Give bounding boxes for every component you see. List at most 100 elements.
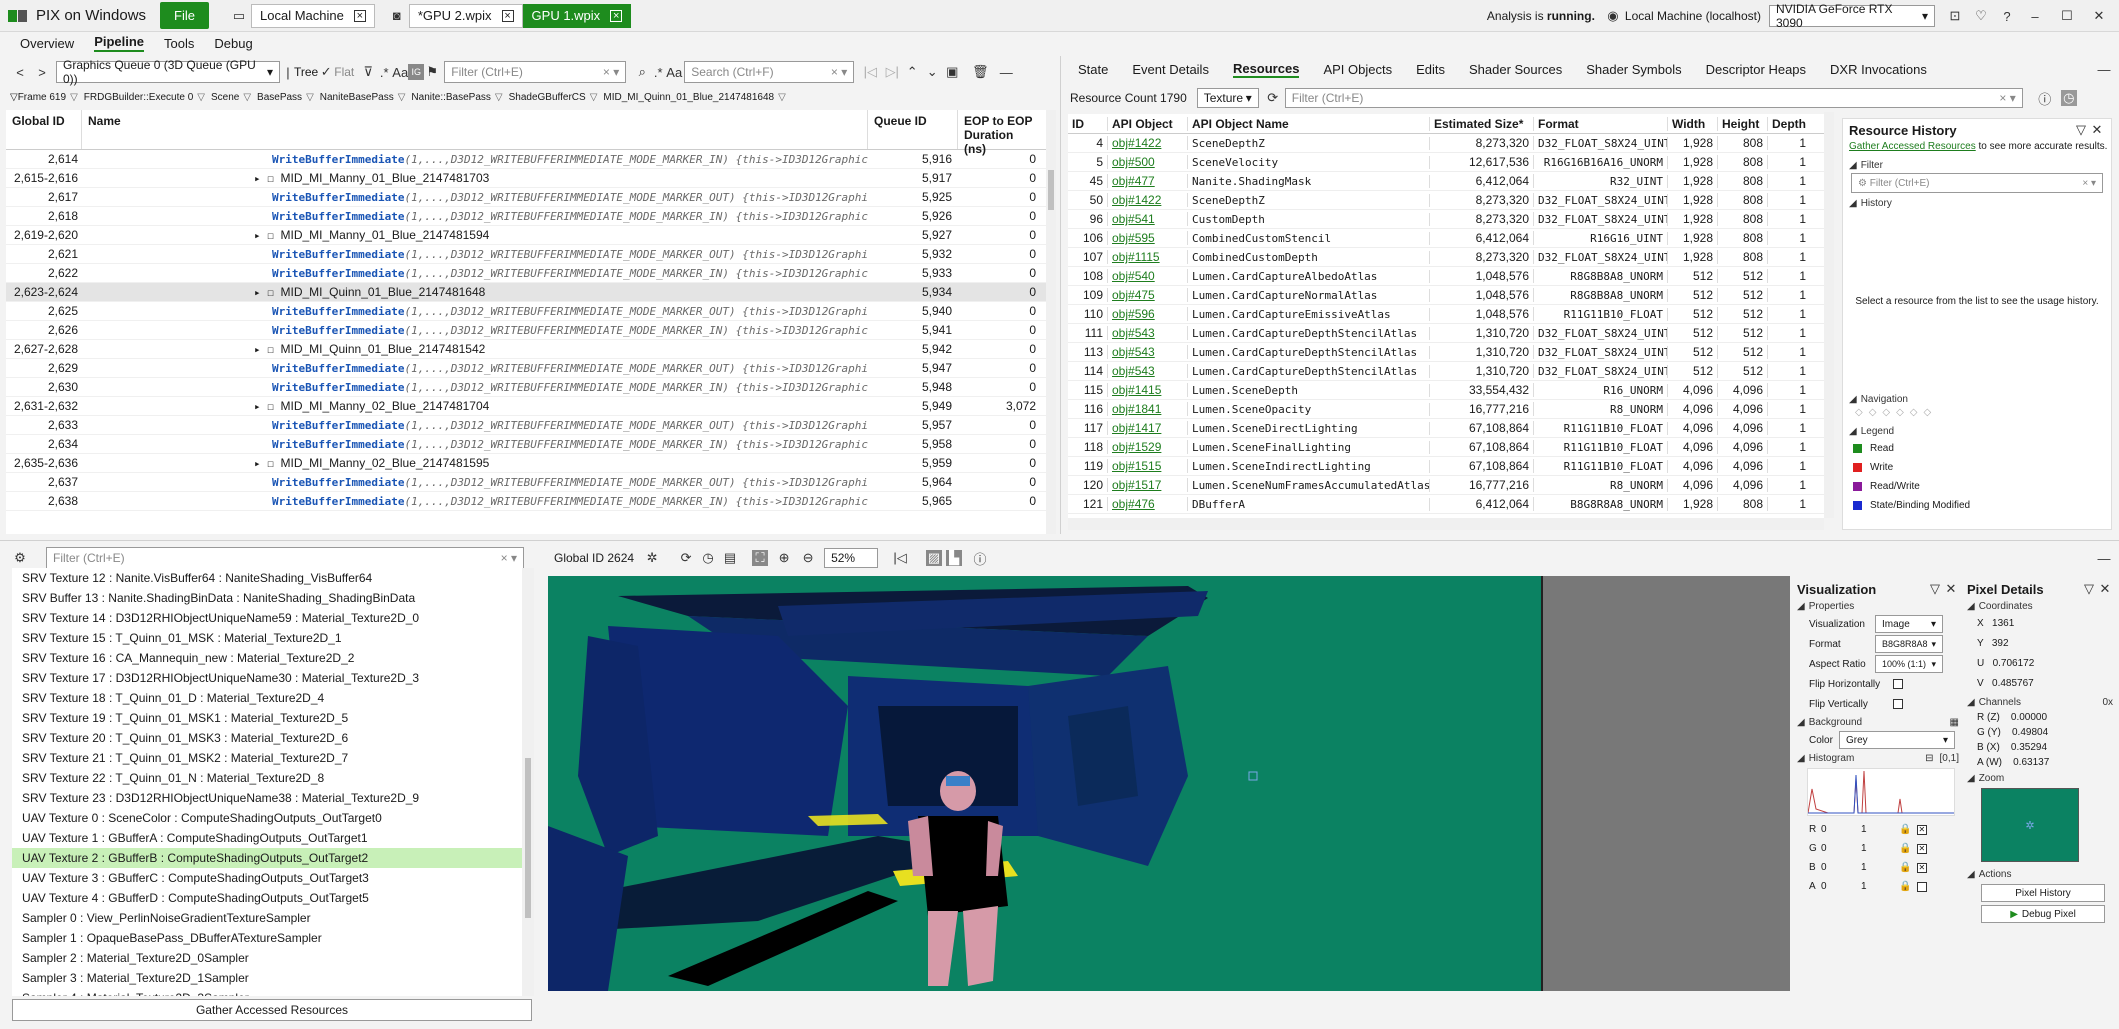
list-item[interactable]: SRV Texture 21 : T_Quinn_01_MSK2 : Mater… xyxy=(12,748,522,768)
table-row[interactable]: 107 obj#1115 CombinedCustomDepth 8,273,320 D… xyxy=(1068,248,1824,267)
col-api-object-name[interactable]: API Object Name xyxy=(1188,116,1430,131)
debug-pixel-button[interactable]: ▶ Debug Pixel xyxy=(1981,905,2105,923)
menu-tools[interactable]: Tools xyxy=(164,36,194,51)
api-object-link[interactable]: obj#1529 xyxy=(1112,440,1161,454)
table-row[interactable]: 2,614 WriteBufferImmediate(1,...,D3D12_WR… xyxy=(6,150,1046,169)
dropdown-icon[interactable]: ▽ xyxy=(1927,581,1943,597)
table-row[interactable]: 2,638 WriteBufferImmediate(1,...,D3D12_WR… xyxy=(6,492,1046,511)
histogram-section[interactable]: ◢ Histogram ⊟ [0,1] xyxy=(1797,750,1959,766)
list-item[interactable]: SRV Texture 17 : D3D12RHIObjectUniqueNam… xyxy=(12,668,522,688)
minus-icon[interactable]: — xyxy=(2096,61,2112,77)
table-row[interactable]: 111 obj#543 Lumen.CardCaptureDepthStencilA… xyxy=(1068,324,1824,343)
table-row[interactable]: 2,627-2,628 ▸ ☐ MID_MI_Quinn_01_Blue_2147… xyxy=(6,340,1046,359)
resource-api[interactable]: obj#1422 xyxy=(1108,136,1188,150)
api-object-link[interactable]: obj#476 xyxy=(1112,497,1155,511)
list-item[interactable]: Sampler 3 : Material_Texture2D_1Sampler xyxy=(12,968,522,988)
properties-section[interactable]: ◢ Properties xyxy=(1797,598,1959,614)
color-select[interactable]: Grey ▾ xyxy=(1839,731,1955,749)
resource-api[interactable]: obj#1415 xyxy=(1108,383,1188,397)
channel-toggle-checkbox[interactable]: ✕ xyxy=(1917,824,1928,835)
col-api-object[interactable]: API Object xyxy=(1108,116,1188,131)
histogram-view-icon[interactable]: ▙ xyxy=(946,550,963,566)
resource-vscrollbar[interactable] xyxy=(1824,112,1834,518)
resource-api[interactable]: obj#1417 xyxy=(1108,421,1188,435)
list-item[interactable]: SRV Texture 16 : CA_Mannequin_new : Mate… xyxy=(12,648,522,668)
api-object-link[interactable]: obj#543 xyxy=(1112,345,1155,359)
resource-api[interactable]: obj#541 xyxy=(1108,212,1188,226)
channels-section[interactable]: ◢ Channels 0x xyxy=(1967,694,2113,710)
chevron-down-icon[interactable]: ⌄ xyxy=(924,64,940,80)
first-frame-icon[interactable]: |◁ xyxy=(892,550,908,566)
list-item[interactable]: SRV Texture 18 : T_Quinn_01_D : Material… xyxy=(12,688,522,708)
table-row[interactable]: 2,631-2,632 ▸ ☐ MID_MI_Manny_02_Blue_2147… xyxy=(6,397,1046,416)
event-search-input[interactable]: Search (Ctrl+F) × ▾ xyxy=(684,61,855,83)
chevron-up-icon[interactable]: ⌃ xyxy=(904,64,920,80)
close-icon[interactable]: × xyxy=(501,9,514,22)
tab-shader-symbols[interactable]: Shader Symbols xyxy=(1586,62,1681,77)
table-row[interactable]: 118 obj#1529 Lumen.SceneFinalLighting 67,10… xyxy=(1068,438,1824,457)
close-window-icon[interactable]: ✕ xyxy=(2091,8,2107,24)
col-width[interactable]: Width xyxy=(1668,116,1718,131)
resource-api[interactable]: obj#595 xyxy=(1108,231,1188,245)
menu-pipeline[interactable]: Pipeline xyxy=(94,34,145,52)
tab-dxr-invocations[interactable]: DXR Invocations xyxy=(1830,62,1927,77)
resource-api[interactable]: obj#540 xyxy=(1108,269,1188,283)
zoom-input[interactable]: 52% xyxy=(824,548,879,568)
list-item[interactable]: SRV Texture 14 : D3D12RHIObjectUniqueNam… xyxy=(12,608,522,628)
table-row[interactable]: 2,615-2,616 ▸ ☐ MID_MI_Manny_01_Blue_2147… xyxy=(6,169,1046,188)
pixel-history-button[interactable]: Pixel History xyxy=(1981,884,2105,902)
close-icon[interactable]: × xyxy=(610,9,623,22)
tab-gpu1[interactable]: GPU 1.wpix × xyxy=(522,3,632,28)
list-item[interactable]: UAV Texture 4 : GBufferD : ComputeShadin… xyxy=(12,888,522,908)
refresh-icon[interactable]: ⟳ xyxy=(678,550,694,566)
navigation-section[interactable]: ◢ Navigation xyxy=(1843,391,2111,407)
resource-hscrollbar[interactable] xyxy=(1068,518,1824,530)
background-section[interactable]: ◢ Background ▦ xyxy=(1797,714,1959,730)
table-row[interactable]: 116 obj#1841 Lumen.SceneOpacity 16,777,216 R… xyxy=(1068,400,1824,419)
table-row[interactable]: 50 obj#1422 SceneDepthZ 8,273,320 D32_FLOAT_… xyxy=(1068,191,1824,210)
dropdown-icon[interactable]: ▽ xyxy=(2073,122,2089,138)
api-object-link[interactable]: obj#596 xyxy=(1112,307,1155,321)
table-row[interactable]: 2,634 WriteBufferImmediate(1,...,D3D12_WR… xyxy=(6,435,1046,454)
breadcrumb-item[interactable]: MID_MI_Quinn_01_Blue_2147481648 xyxy=(603,92,774,103)
col-height[interactable]: Height xyxy=(1718,116,1768,131)
breadcrumb-filter-icon[interactable]: ▽ xyxy=(10,92,18,103)
file-button[interactable]: File xyxy=(160,2,209,29)
regex-icon[interactable]: .* xyxy=(650,64,666,80)
table-row[interactable]: 113 obj#543 Lumen.CardCaptureDepthStencilA… xyxy=(1068,343,1824,362)
regex-icon[interactable]: .* xyxy=(376,64,392,80)
lock-icon[interactable]: 🔒 xyxy=(1899,862,1911,873)
api-object-link[interactable]: obj#1515 xyxy=(1112,459,1161,473)
tab-api-objects[interactable]: API Objects xyxy=(1323,62,1392,77)
channel-min[interactable]: 0 xyxy=(1821,843,1861,854)
table-row[interactable]: 108 obj#540 Lumen.CardCaptureAlbedoAtlas 1,… xyxy=(1068,267,1824,286)
hex-toggle[interactable]: 0x xyxy=(2102,697,2113,708)
api-object-link[interactable]: obj#1841 xyxy=(1112,402,1161,416)
table-row[interactable]: 2,633 WriteBufferImmediate(1,...,D3D12_WR… xyxy=(6,416,1046,435)
table-row[interactable]: 96 obj#541 CustomDepth 8,273,320 D32_FLOAT_S… xyxy=(1068,210,1824,229)
table-row[interactable]: 109 obj#475 Lumen.CardCaptureNormalAtlas 1,… xyxy=(1068,286,1824,305)
channel-max[interactable]: 1 xyxy=(1861,881,1899,892)
clear-icon[interactable]: 🗑 xyxy=(972,64,989,80)
expand-icon[interactable]: ▸ xyxy=(254,172,267,185)
table-row[interactable]: 115 obj#1415 Lumen.SceneDepth 33,554,432 R16… xyxy=(1068,381,1824,400)
resource-api[interactable]: obj#596 xyxy=(1108,307,1188,321)
divider[interactable] xyxy=(1060,56,1061,534)
maximize-icon[interactable]: ☐ xyxy=(2059,8,2075,24)
resource-api[interactable]: obj#1515 xyxy=(1108,459,1188,473)
gather-accessed-resources-button[interactable]: Gather Accessed Resources xyxy=(12,999,532,1021)
channel-max[interactable]: 1 xyxy=(1861,843,1899,854)
col-estimated-size[interactable]: Estimated Size* xyxy=(1430,116,1534,131)
channel-toggle-checkbox[interactable]: ✕ xyxy=(1917,843,1928,854)
gear-icon[interactable]: ⚙ xyxy=(12,550,28,566)
list-item[interactable]: SRV Texture 12 : Nanite.VisBuffer64 : Na… xyxy=(12,568,522,588)
table-row[interactable]: 5 obj#500 SceneVelocity 12,617,536 R16G16B16… xyxy=(1068,153,1824,172)
vis-select[interactable]: Image ▾ xyxy=(1875,615,1943,633)
back-icon[interactable]: < xyxy=(12,64,28,80)
col-depth[interactable]: Depth xyxy=(1768,117,1810,131)
list-item[interactable]: Sampler 0 : View_PerlinNoiseGradientText… xyxy=(12,908,522,928)
expand-icon[interactable]: ▸ xyxy=(254,343,267,356)
list-item[interactable]: UAV Texture 2 : GBufferB : ComputeShadin… xyxy=(12,848,522,868)
breadcrumb-item[interactable]: NaniteBasePass xyxy=(320,92,394,103)
resource-type-select[interactable]: Texture ▾ xyxy=(1196,88,1259,108)
